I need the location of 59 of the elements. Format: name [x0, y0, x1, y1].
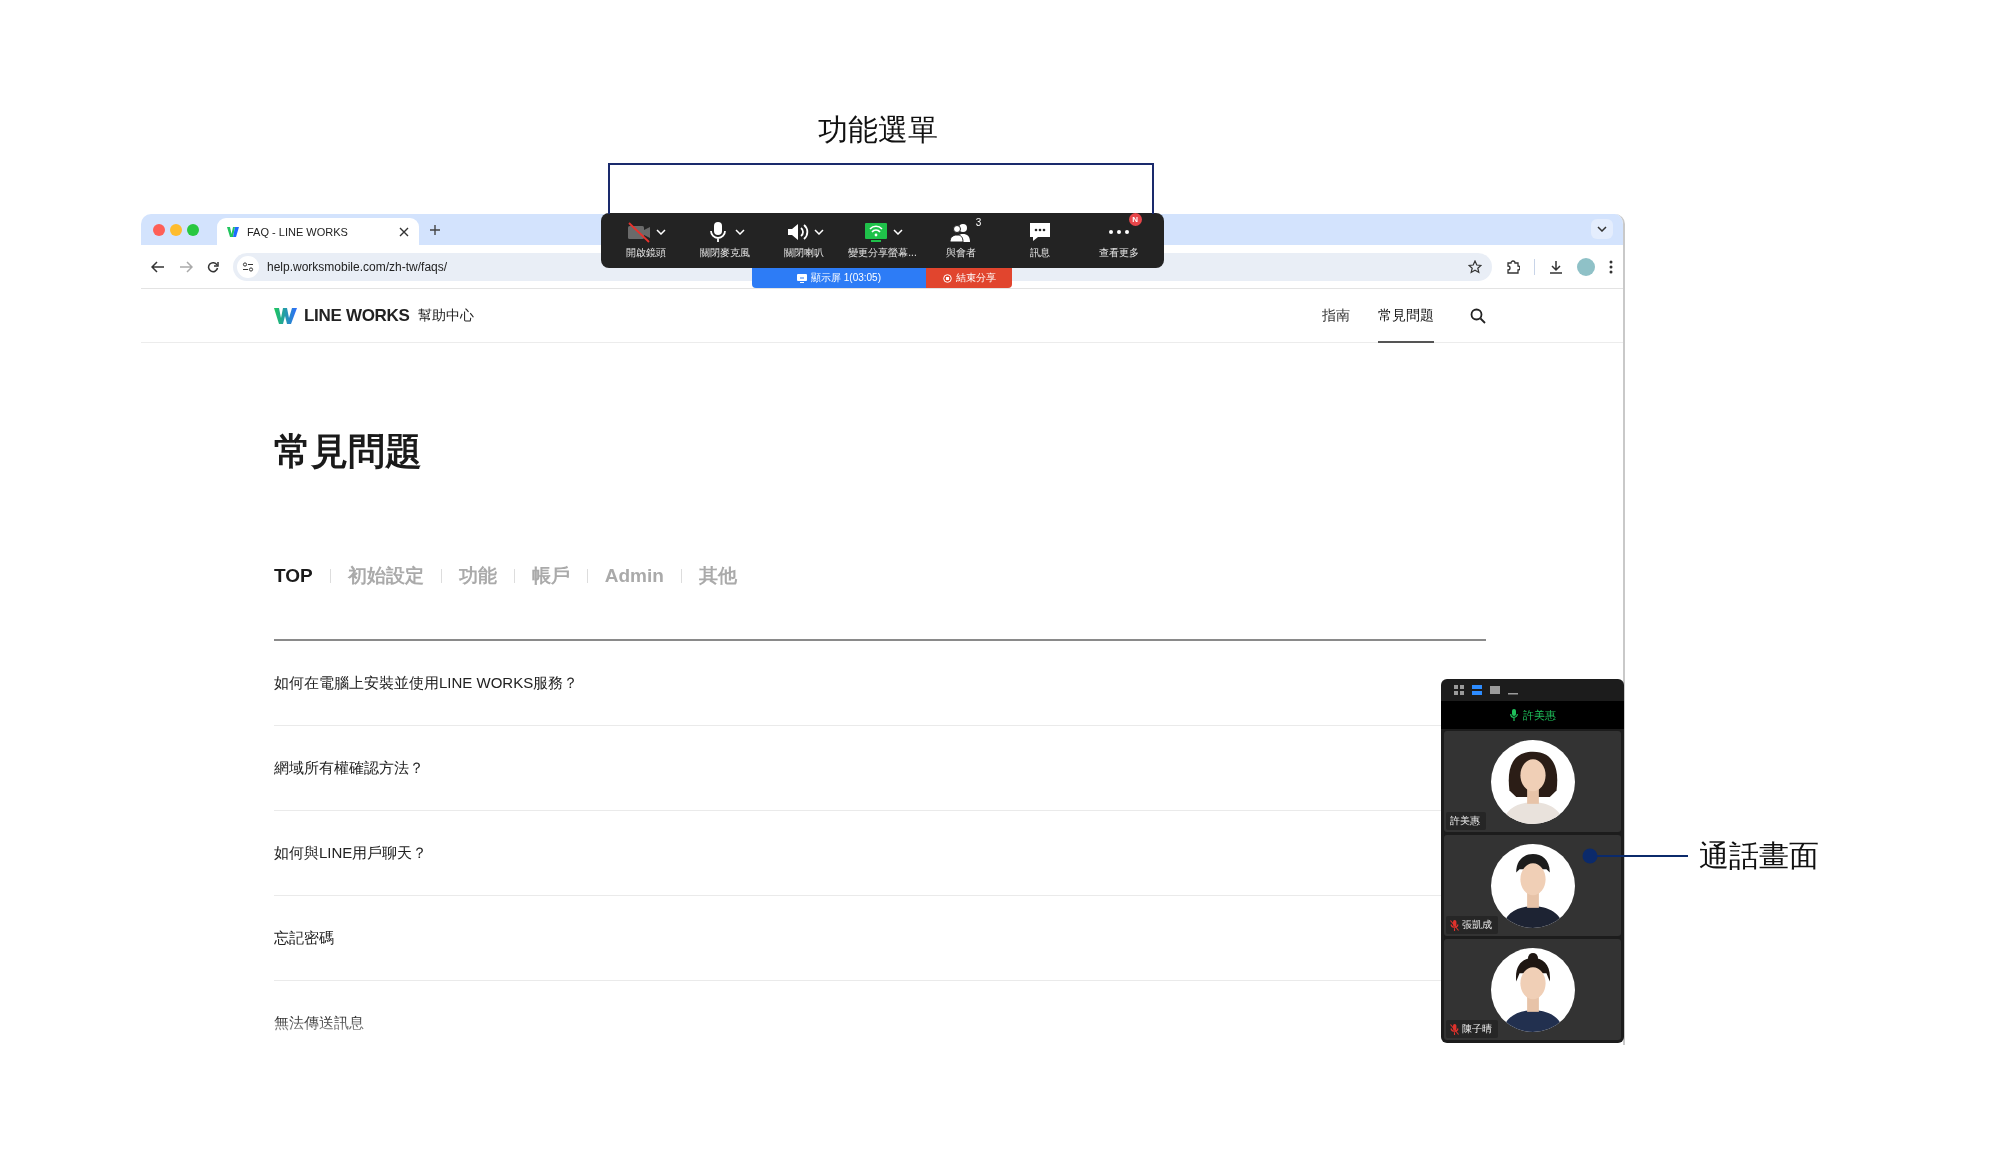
nav-link[interactable]: 常見問題: [1378, 289, 1434, 343]
toolbar-label: 訊息: [1029, 246, 1050, 260]
faq-link[interactable]: 如何在電腦上安裝並使用LINE WORKS服務？: [274, 673, 579, 693]
page-title: 常見問題: [274, 430, 423, 474]
reload-icon[interactable]: [207, 260, 219, 273]
chevron-down-icon: [1597, 226, 1607, 232]
tab-title: FAQ - LINE WORKS: [247, 225, 349, 238]
grid-view-icon[interactable]: [1454, 685, 1464, 695]
participant-name: 許美惠: [1450, 814, 1480, 828]
browser-tab[interactable]: FAQ - LINE WORKS: [217, 218, 419, 245]
sliders-icon: [242, 261, 254, 272]
monitor-icon: [797, 273, 807, 283]
toolbar-button[interactable]: 開啟鏡頭: [607, 213, 686, 268]
annotation-label: 通話畫面: [1699, 838, 1819, 874]
toolbar-button[interactable]: N 查看更多: [1079, 213, 1159, 268]
toolbar-label: 查看更多: [1098, 246, 1139, 260]
toolbar-button[interactable]: 變更分享螢幕...: [843, 213, 922, 268]
microphone-icon: [1509, 709, 1518, 721]
toolbar-button[interactable]: 3 與會者: [921, 213, 1001, 268]
kebab-menu-icon[interactable]: [1609, 259, 1613, 274]
faq-link[interactable]: 忘記密碼: [274, 928, 334, 948]
participant-name: 陳子晴: [1462, 1022, 1492, 1036]
download-icon[interactable]: [1549, 259, 1563, 274]
annotation-label: 功能選單: [818, 112, 938, 148]
back-icon[interactable]: [151, 260, 165, 273]
star-icon[interactable]: [1468, 259, 1482, 274]
puzzle-icon[interactable]: [1506, 259, 1520, 274]
new-tab-icon[interactable]: [429, 223, 441, 236]
search-icon[interactable]: [1470, 307, 1486, 324]
single-view-icon[interactable]: [1490, 685, 1500, 695]
site-settings-button[interactable]: [237, 255, 259, 278]
toolbar-button[interactable]: 關閉喇叭: [764, 213, 844, 268]
logo-icon: [274, 306, 298, 325]
speaker-name: 許美惠: [1522, 707, 1556, 723]
participant-name: 張凱成: [1462, 918, 1492, 932]
close-icon[interactable]: [399, 226, 409, 237]
site-subtitle: 幫助中心: [417, 306, 474, 325]
toolbar-button[interactable]: 關閉麥克風: [685, 213, 765, 268]
notification-badge: N: [1128, 213, 1142, 226]
faq-link[interactable]: 如何與LINE用戶聊天？: [274, 843, 428, 863]
share-status-text: 顯示屏 1(03:05): [811, 271, 881, 285]
category-tab[interactable]: TOP: [274, 565, 313, 587]
brand-name: LINE WORKS: [304, 305, 410, 326]
url-text: help.worksmobile.com/zh-tw/faqs/: [267, 259, 449, 274]
stop-icon: [942, 273, 952, 283]
toolbar-label: 與會者: [946, 246, 977, 260]
faq-link[interactable]: 無法傳送訊息: [274, 1013, 364, 1033]
nav-link[interactable]: 指南: [1322, 289, 1350, 343]
toolbar-label: 開啟鏡頭: [626, 246, 667, 260]
toolbar-label: 關閉麥克風: [700, 246, 751, 260]
stop-share-button[interactable]: 結束分享: [926, 268, 1012, 288]
toolbar-label: 關閉喇叭: [783, 246, 824, 260]
participant-count: 3: [975, 217, 982, 228]
favicon-icon: [227, 226, 239, 237]
faq-link[interactable]: 網域所有權確認方法？: [274, 758, 424, 778]
toolbar-label: 變更分享螢幕...: [848, 246, 917, 260]
tab-search-button[interactable]: [1591, 219, 1613, 239]
toolbar-button[interactable]: 訊息: [1000, 213, 1080, 268]
stacked-view-icon[interactable]: [1472, 685, 1482, 695]
